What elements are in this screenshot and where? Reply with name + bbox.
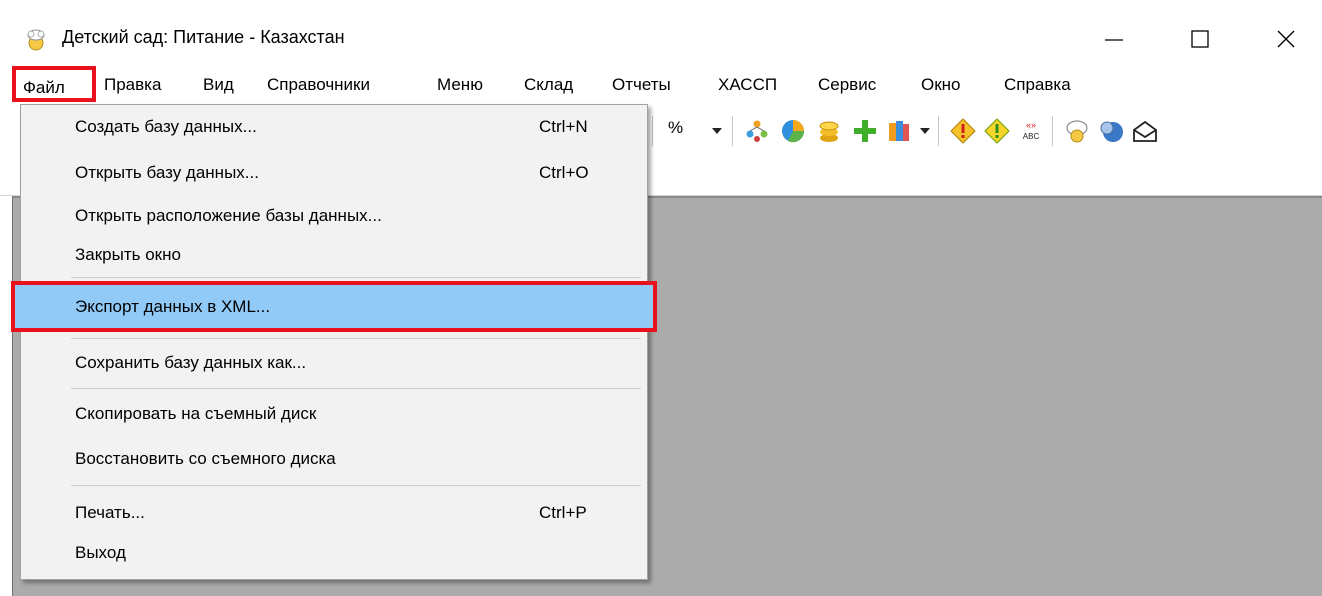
warning-diamond-icon[interactable] [950,118,976,144]
menu-file[interactable]: Файл [12,66,96,102]
menu-item-create-db[interactable]: Создать базу данных... Ctrl+N [21,109,647,145]
menu-item-label: Сохранить базу данных как... [75,353,307,372]
menu-service[interactable]: Сервис [818,70,876,100]
title-bar: Детский сад: Питание - Казахстан [0,0,1322,72]
menu-item-close-window[interactable]: Закрыть окно [21,237,647,273]
menu-item-save-db-as[interactable]: Сохранить базу данных как... [21,345,647,381]
menu-separator [71,338,641,339]
tree-icon[interactable] [744,118,770,144]
menu-item-open-db-location[interactable]: Открыть расположение базы данных... [21,198,647,234]
menu-view[interactable]: Вид [203,70,234,100]
abc-quotes-icon[interactable]: «» ABC [1018,118,1044,144]
chef-icon[interactable] [1064,118,1090,144]
menu-item-open-db[interactable]: Открыть базу данных... Ctrl+O [21,155,647,191]
menu-item-label: Открыть расположение базы данных... [75,206,382,225]
menu-item-label: Восстановить со съемного диска [75,449,336,468]
coins-icon[interactable] [816,118,842,144]
percent-label[interactable]: % [668,118,683,138]
menu-item-shortcut: Ctrl+O [539,163,589,182]
menu-item-label: Открыть базу данных... [75,163,259,182]
percent-dropdown-arrow-icon[interactable] [712,128,722,134]
green-plus-icon[interactable] [852,118,878,144]
close-button[interactable] [1256,16,1316,62]
toolbar-separator [652,116,653,146]
globe-icon[interactable] [1098,118,1124,144]
minimize-button[interactable] [1084,16,1144,62]
menu-item-restore-from-removable[interactable]: Восстановить со съемного диска [21,441,647,477]
warning-diamond-2-icon[interactable] [984,118,1010,144]
menu-item-label: Выход [75,543,126,562]
toolbar-separator [732,116,733,146]
maximize-button[interactable] [1170,16,1230,62]
menu-references[interactable]: Справочники [267,70,370,100]
menu-item-label: Печать... [75,503,145,522]
menu-separator [71,277,641,278]
toolbar-separator [938,116,939,146]
menu-separator [71,485,641,486]
menu-item-print[interactable]: Печать... Ctrl+P [21,495,647,531]
app-chef-icon [24,28,48,52]
menu-item-export-xml[interactable]: Экспорт данных в XML... [11,281,657,332]
menu-item-label: Создать базу данных... [75,117,257,136]
file-menu-dropdown: Создать базу данных... Ctrl+N Открыть ба… [11,104,657,580]
svg-text:«»: «» [1026,120,1036,130]
envelope-icon[interactable] [1132,118,1158,144]
window-title: Детский сад: Питание - Казахстан [62,27,345,47]
menu-item-shortcut: Ctrl+N [539,117,588,136]
menu-item-label: Экспорт данных в XML... [75,297,271,316]
svg-text:ABC: ABC [1023,132,1040,141]
menu-help[interactable]: Справка [1004,70,1071,100]
menu-separator [71,388,641,389]
menu-item-label: Закрыть окно [75,245,181,264]
menu-item-label: Скопировать на съемный диск [75,404,317,423]
menu-item-shortcut: Ctrl+P [539,503,587,522]
pie-chart-icon[interactable] [780,118,806,144]
toolbar-separator [1052,116,1053,146]
menu-menu[interactable]: Меню [437,70,483,100]
menu-item-exit[interactable]: Выход [21,535,647,571]
menu-window[interactable]: Окно [921,70,961,100]
menu-bar: Файл Правка Вид Справочники Меню Склад О… [0,66,1322,102]
menu-edit[interactable]: Правка [104,70,161,100]
menu-warehouse[interactable]: Склад [524,70,573,100]
books-icon[interactable] [886,118,912,144]
books-dropdown-arrow-icon[interactable] [920,128,930,134]
menu-haccp[interactable]: ХАССП [718,70,777,100]
menu-reports[interactable]: Отчеты [612,70,671,100]
menu-item-copy-to-removable[interactable]: Скопировать на съемный диск [21,396,647,432]
